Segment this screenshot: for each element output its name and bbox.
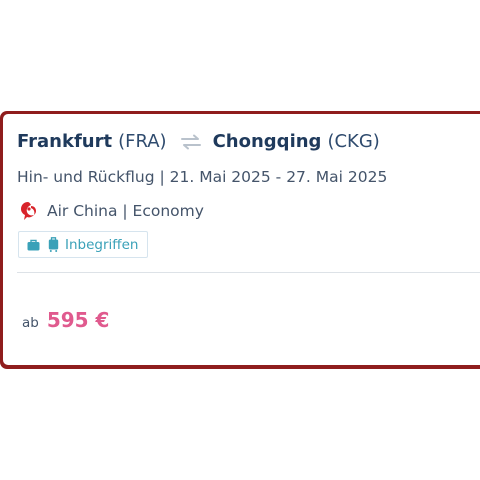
handbag-icon: [27, 239, 40, 250]
flight-offer-card-frame[interactable]: Frankfurt (FRA) Chongqing (CKG) Hin- und…: [0, 111, 480, 369]
divider: [17, 272, 480, 273]
price-prefix: ab: [22, 315, 39, 331]
baggage-label: Inbegriffen: [65, 236, 139, 253]
origin-city: Frankfurt: [17, 131, 113, 152]
airline-class: Air China | Economy: [47, 202, 204, 220]
air-china-logo-icon: [21, 202, 36, 220]
destination-city: Chongqing: [212, 131, 322, 152]
origin-code: (FRA): [118, 131, 167, 152]
flight-offer-card[interactable]: Frankfurt (FRA) Chongqing (CKG) Hin- und…: [3, 114, 480, 365]
baggage-badge: Inbegriffen: [18, 231, 149, 258]
trip-dates: Hin- und Rückflug | 21. Mai 2025 - 27. M…: [17, 168, 388, 186]
swap-arrows-icon: [180, 134, 201, 149]
destination-code: (CKG): [327, 131, 380, 152]
airline-row: Air China | Economy: [17, 200, 204, 222]
price-block: ab 595 €: [22, 308, 109, 332]
route-title: Frankfurt (FRA) Chongqing (CKG): [17, 131, 380, 152]
price-amount: 595 €: [46, 308, 110, 332]
trolley-icon: [48, 237, 59, 252]
